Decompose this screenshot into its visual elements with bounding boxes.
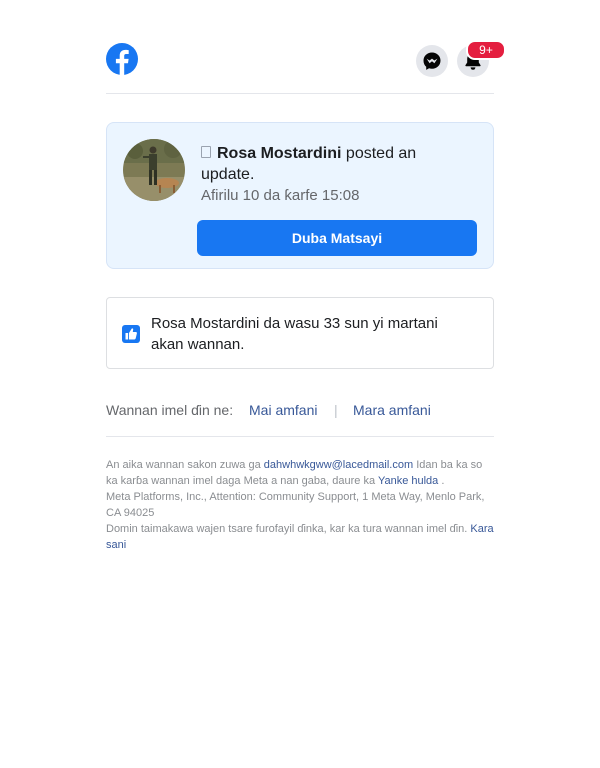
footer-address: Meta Platforms, Inc., Attention: Communi… xyxy=(106,491,485,519)
feedback-row: Wannan imel ɗin ne: Mai amfani | Mara am… xyxy=(106,369,494,437)
not-useful-link[interactable]: Mara amfani xyxy=(353,402,431,418)
thumbs-up-icon xyxy=(122,325,140,343)
email-container: 9+ Rosa Mostardini posted an update. Afi… xyxy=(106,0,506,553)
useful-link[interactable]: Mai amfani xyxy=(249,402,317,418)
poster-name[interactable]: Rosa Mostardini xyxy=(217,145,341,162)
avatar[interactable] xyxy=(123,139,185,201)
header: 9+ xyxy=(106,40,506,94)
post-headline: Rosa Mostardini posted an update. xyxy=(201,143,471,185)
notification-count-badge: 9+ xyxy=(466,40,506,60)
recipient-email-link[interactable]: dahwhwkgww@lacedmail.com xyxy=(264,459,413,471)
unsubscribe-link[interactable]: Yanke hulda xyxy=(378,475,438,487)
post-timestamp: Afirilu 10 da ƙarfe 15:08 xyxy=(201,187,360,204)
footer-recipient-line: An aika wannan sakon zuwa ga dahwhwkgww@… xyxy=(106,457,494,489)
facebook-logo-icon[interactable] xyxy=(106,43,138,75)
footer-sent-to-text: An aika wannan sakon zuwa ga xyxy=(106,459,261,471)
reactions-summary: Rosa Mostardini da wasu 33 sun yi martan… xyxy=(151,315,438,353)
messenger-icon[interactable] xyxy=(416,45,448,77)
footer: An aika wannan sakon zuwa ga dahwhwkgww@… xyxy=(106,437,494,553)
reactions-box[interactable]: Rosa Mostardini da wasu 33 sun yi martan… xyxy=(106,297,494,369)
footer-security-text: Domin taimakawa wajen tsare furofayil ɗi… xyxy=(106,523,468,535)
post-update-card: Rosa Mostardini posted an update. Afiril… xyxy=(106,122,494,269)
footer-period: . xyxy=(441,475,445,487)
footer-security-line: Domin taimakawa wajen tsare furofayil ɗi… xyxy=(106,521,494,553)
view-status-button[interactable]: Duba Matsayi xyxy=(197,220,477,256)
feedback-divider: | xyxy=(334,402,338,418)
feedback-question: Wannan imel ɗin ne: xyxy=(106,402,234,418)
profile-glyph-icon xyxy=(201,146,211,158)
